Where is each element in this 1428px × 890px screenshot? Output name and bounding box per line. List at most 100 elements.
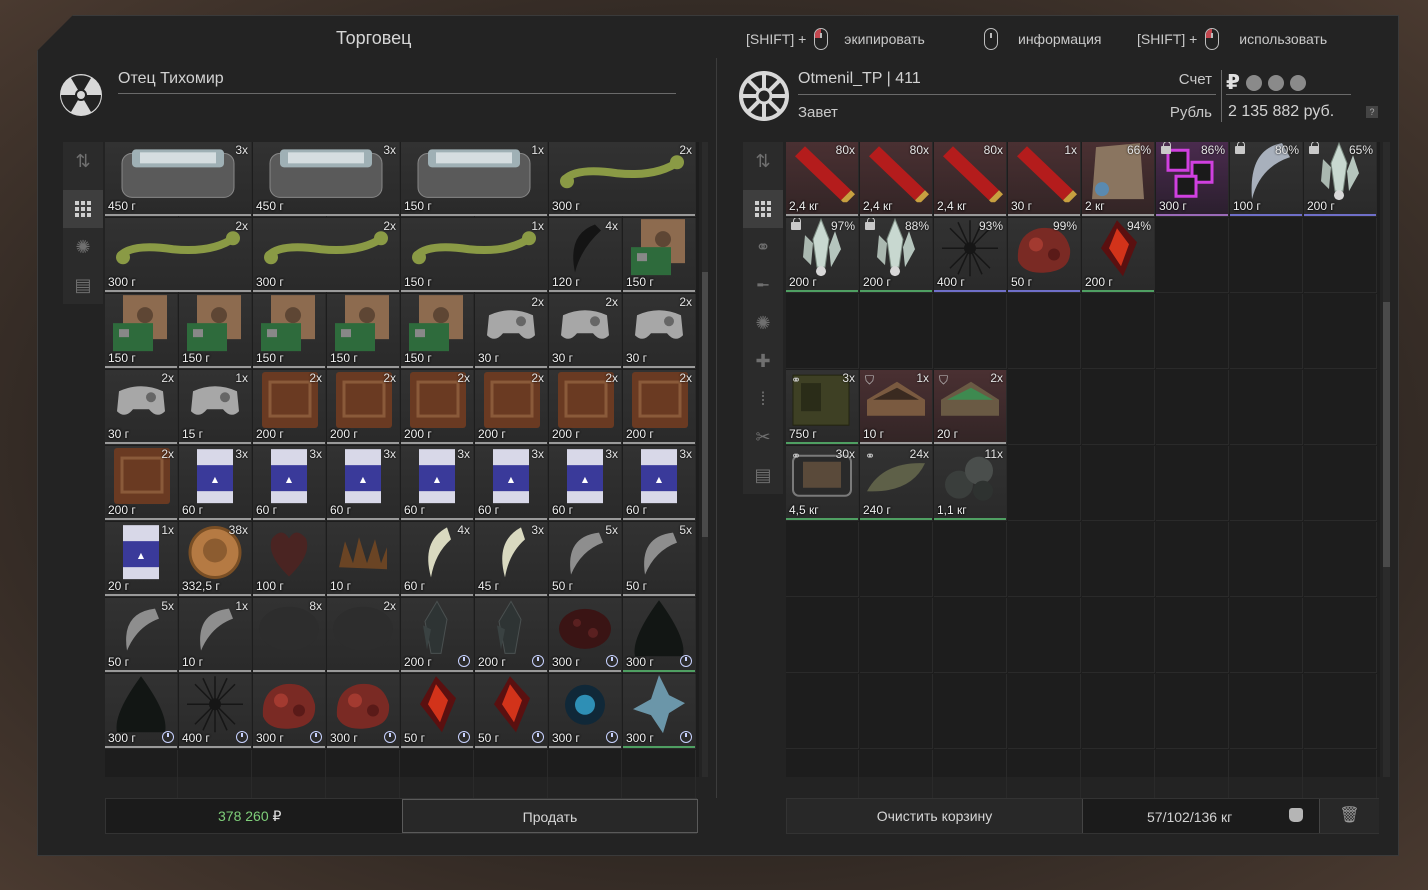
artifact-icon[interactable]: ✺ xyxy=(63,228,103,266)
ammo-icon[interactable]: ⁞ xyxy=(743,380,783,418)
item-slot-leaf[interactable]: ⚭ 24x 240 г xyxy=(860,446,932,520)
empty-slot[interactable] xyxy=(934,598,1007,673)
item-slot-bone[interactable]: 2x 300 г xyxy=(253,218,399,292)
tools-icon[interactable]: ✂ xyxy=(743,418,783,456)
item-slot-circuit-board[interactable]: 150 г xyxy=(105,294,177,368)
box-icon[interactable]: ▤ xyxy=(63,266,103,304)
item-slot-tablet[interactable]: ⚭ 30x 4,5 кг xyxy=(786,446,858,520)
item-slot-claw-grey[interactable]: 5x 50 г xyxy=(549,522,621,596)
trash-button[interactable]: 🗑 xyxy=(1319,799,1379,833)
clear-cart-button[interactable]: Очистить корзину xyxy=(787,799,1083,833)
empty-slot[interactable] xyxy=(786,294,859,369)
grid-icon[interactable] xyxy=(743,190,783,228)
item-slot-ice-crystal[interactable]: 300 г xyxy=(623,674,695,748)
empty-slot[interactable] xyxy=(786,674,859,749)
empty-slot[interactable] xyxy=(1230,370,1303,445)
empty-slot[interactable] xyxy=(1082,598,1155,673)
item-slot-circuit-board[interactable]: 150 г xyxy=(401,294,473,368)
item-slot-gamepad[interactable]: 2x 30 г xyxy=(549,294,621,368)
empty-slot[interactable] xyxy=(1304,522,1377,597)
item-slot-horn[interactable]: 80% 100 г xyxy=(1230,142,1302,216)
empty-slot[interactable] xyxy=(860,674,933,749)
item-slot-leather-book[interactable]: 2x 200 г xyxy=(253,370,325,444)
empty-slot[interactable] xyxy=(1230,674,1303,749)
empty-slot[interactable] xyxy=(786,598,859,673)
help-button[interactable]: ? xyxy=(1366,106,1378,118)
scroll-thumb[interactable] xyxy=(1383,302,1390,567)
gear-currency-icon[interactable] xyxy=(1245,74,1262,91)
item-slot-roof-plate-green[interactable]: ⛉ 2x 20 г xyxy=(934,370,1006,444)
item-slot-bone[interactable]: 2x 300 г xyxy=(105,218,251,292)
item-slot-cigarettes[interactable]: ▲ 3x 60 г xyxy=(401,446,473,520)
item-slot-heart[interactable]: 100 г xyxy=(253,522,325,596)
item-slot-leather-book[interactable]: 2x 200 г xyxy=(327,370,399,444)
item-slot-dark-crystal[interactable]: 200 г xyxy=(475,598,547,672)
empty-slot[interactable] xyxy=(1230,522,1303,597)
item-slot-dark-cone[interactable]: 300 г xyxy=(623,598,695,672)
item-slot-blue-orb[interactable]: 300 г xyxy=(549,674,621,748)
item-slot-cigarettes[interactable]: ▲ 3x 60 г xyxy=(549,446,621,520)
item-slot-dark-cone[interactable]: 300 г xyxy=(105,674,177,748)
item-slot-fur[interactable]: 8x xyxy=(253,598,325,672)
empty-slot[interactable] xyxy=(1304,218,1377,293)
empty-slot[interactable] xyxy=(860,598,933,673)
item-slot-armor-plate[interactable]: 66% 2 кг xyxy=(1082,142,1154,216)
item-slot-gamepad[interactable]: 2x 30 г xyxy=(475,294,547,368)
empty-slot[interactable] xyxy=(1156,218,1229,293)
item-slot-red-flesh[interactable]: 99% 50 г xyxy=(1008,218,1080,292)
item-slot-tin-can[interactable]: 3x 450 г xyxy=(253,142,399,216)
empty-slot[interactable] xyxy=(1082,294,1155,369)
trader-scrollbar[interactable] xyxy=(702,142,708,777)
sell-button[interactable]: Продать xyxy=(402,799,698,833)
item-slot-cigarettes[interactable]: ▲ 3x 60 г xyxy=(475,446,547,520)
empty-slot[interactable] xyxy=(1008,522,1081,597)
item-slot-fang[interactable]: 3x 45 г xyxy=(475,522,547,596)
empty-slot[interactable] xyxy=(860,522,933,597)
empty-slot[interactable] xyxy=(934,294,1007,369)
item-slot-leather-book[interactable]: 2x 200 г xyxy=(549,370,621,444)
item-slot-roof-plate[interactable]: ⛉ 1x 10 г xyxy=(860,370,932,444)
player-scrollbar[interactable] xyxy=(1383,142,1390,777)
empty-slot[interactable] xyxy=(1008,446,1081,521)
item-slot-circuit-board[interactable]: 150 г xyxy=(327,294,399,368)
empty-slot[interactable] xyxy=(1156,294,1229,369)
empty-slot[interactable] xyxy=(1008,674,1081,749)
item-slot-red-flesh[interactable]: 300 г xyxy=(327,674,399,748)
item-slot-crystal[interactable]: 97% 200 г xyxy=(786,218,858,292)
empty-slot[interactable] xyxy=(1082,446,1155,521)
empty-slot[interactable] xyxy=(1304,598,1377,673)
empty-slot[interactable] xyxy=(1304,674,1377,749)
empty-slot[interactable] xyxy=(1230,446,1303,521)
item-slot-tin-can[interactable]: 1x 150 г xyxy=(401,142,547,216)
item-slot-cigarettes[interactable]: ▲ 3x 60 г xyxy=(179,446,251,520)
empty-slot[interactable] xyxy=(1156,446,1229,521)
empty-slot[interactable] xyxy=(786,522,859,597)
empty-slot[interactable] xyxy=(860,294,933,369)
scroll-thumb[interactable] xyxy=(702,272,708,537)
item-slot-coin[interactable]: 38x 332,5 г xyxy=(179,522,251,596)
item-slot-leather-book[interactable]: 2x 200 г xyxy=(401,370,473,444)
item-slot-claw-grey[interactable]: 5x 50 г xyxy=(623,522,695,596)
rifle-icon[interactable]: ╾ xyxy=(743,266,783,304)
item-slot-lava-shard[interactable]: 50 г xyxy=(475,674,547,748)
item-slot-leather-book[interactable]: 2x 200 г xyxy=(475,370,547,444)
item-slot-leather-book[interactable]: 2x 200 г xyxy=(105,446,177,520)
item-slot-tin-can[interactable]: 3x 450 г xyxy=(105,142,251,216)
empty-slot[interactable] xyxy=(1230,294,1303,369)
item-slot-cigarettes[interactable]: ▲ 1x 20 г xyxy=(105,522,177,596)
sort-icon[interactable]: ⇅ xyxy=(743,142,783,180)
item-slot-gamepad[interactable]: 1x 15 г xyxy=(179,370,251,444)
empty-slot[interactable] xyxy=(1008,294,1081,369)
empty-slot[interactable] xyxy=(1082,674,1155,749)
item-slot-crystal[interactable]: 65% 200 г xyxy=(1304,142,1376,216)
empty-slot[interactable] xyxy=(1156,598,1229,673)
empty-slot[interactable] xyxy=(934,522,1007,597)
item-slot-purple-cubes[interactable]: 86% 300 г xyxy=(1156,142,1228,216)
item-slot-claw-grey[interactable]: 5x 50 г xyxy=(105,598,177,672)
empty-slot[interactable] xyxy=(1156,674,1229,749)
empty-slot[interactable] xyxy=(1156,370,1229,445)
sort-icon[interactable]: ⇅ xyxy=(63,142,103,180)
empty-slot[interactable] xyxy=(1230,598,1303,673)
item-slot-cigarettes[interactable]: ▲ 3x 60 г xyxy=(623,446,695,520)
box-icon[interactable]: ▤ xyxy=(743,456,783,494)
